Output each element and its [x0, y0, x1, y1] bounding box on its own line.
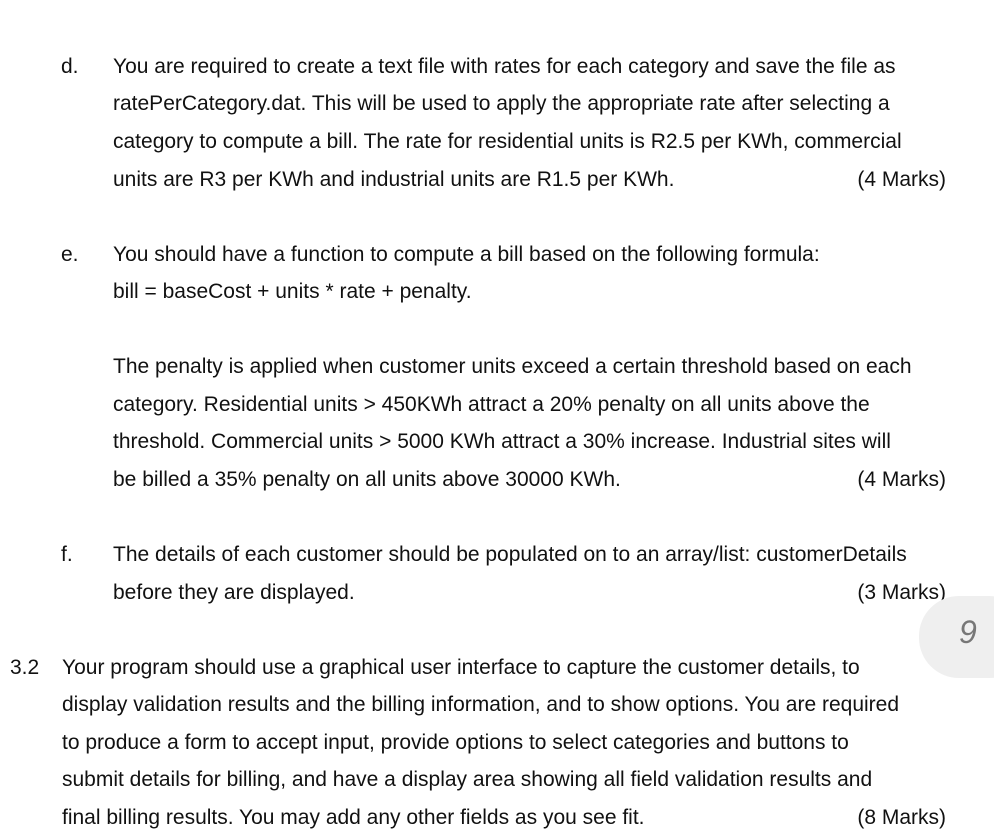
item-label: d.: [61, 55, 79, 78]
text-line: display validation results and the billi…: [62, 693, 900, 716]
marks-label: (4 Marks): [857, 468, 946, 491]
text-line: You should have a function to compute a …: [113, 243, 820, 266]
text-line: The penalty is applied when customer uni…: [113, 355, 912, 378]
item-label: 3.2: [10, 656, 40, 679]
text-line: before they are displayed.: [113, 581, 355, 604]
text-line: to produce a form to accept input, provi…: [62, 731, 849, 754]
text-line: Your program should use a graphical user…: [62, 656, 860, 679]
text-line: submit details for billing, and have a d…: [62, 768, 873, 791]
text-line: The details of each customer should be p…: [113, 543, 907, 566]
marks-label: (8 Marks): [857, 806, 946, 829]
item-label: e.: [61, 243, 79, 266]
page-number: 9: [959, 614, 977, 650]
page-number-badge: 9: [919, 596, 994, 678]
text-line: units are R3 per KWh and industrial unit…: [113, 168, 675, 191]
text-line: final billing results. You may add any o…: [62, 806, 645, 829]
text-line: ratePerCategory.dat. This will be used t…: [113, 92, 890, 115]
text-line: be billed a 35% penalty on all units abo…: [113, 468, 621, 491]
marks-label: (4 Marks): [857, 168, 946, 191]
marks-label: (3 Marks): [857, 581, 946, 604]
item-label: f.: [61, 543, 73, 566]
text-line: category. Residential units > 450KWh att…: [113, 393, 870, 416]
text-line: threshold. Commercial units > 5000 KWh a…: [113, 430, 891, 453]
formula-line: bill = baseCost + units * rate + penalty…: [113, 280, 472, 303]
text-line: category to compute a bill. The rate for…: [113, 130, 902, 153]
text-line: You are required to create a text file w…: [113, 55, 896, 78]
